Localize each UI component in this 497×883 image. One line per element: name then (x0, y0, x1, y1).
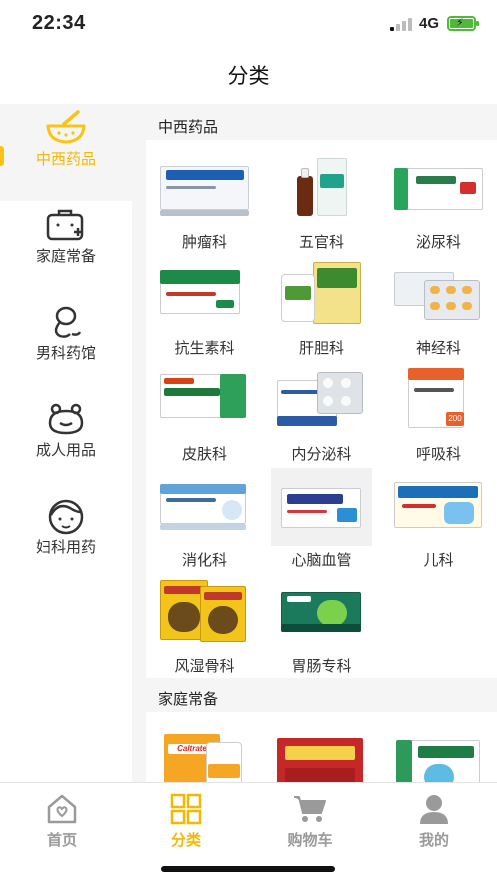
product-image (277, 474, 366, 540)
sidebar-item-mens-pharmacy[interactable]: 男科药馆 (0, 298, 132, 395)
product-image: Caltrate (160, 728, 249, 782)
subcategory-label: 肿瘤科 (181, 233, 227, 251)
product-image: 200 (394, 368, 483, 434)
battery-icon: ⚡ (447, 16, 479, 31)
product-image (394, 156, 483, 222)
sidebar-item-label: 男科药馆 (35, 344, 96, 362)
section-title: 中西药品 (158, 118, 219, 136)
subcategory-label: 五官科 (298, 233, 344, 251)
category-content: 中西药品 肿瘤科 五官科 泌尿科 抗生素科 肝胆科 神经科 皮肤科 内分泌科 2… (132, 104, 497, 782)
network-type: 4G (419, 15, 440, 32)
page-title: 分类 (227, 64, 270, 88)
subcategory-digestive[interactable]: 消化科 (146, 466, 263, 571)
tab-label: 我的 (418, 831, 449, 849)
subcategory-urology[interactable]: 泌尿科 (380, 148, 497, 253)
category-sidebar: 中西药品 家庭常备 男科药馆 成人用品 妇科用药 (0, 104, 132, 782)
sidebar-item-family-essentials[interactable]: 家庭常备 (0, 201, 132, 298)
sidebar-item-label: 家庭常备 (35, 247, 96, 265)
tab-home[interactable]: 首页 (0, 791, 124, 851)
product-dose-badge: 200 (446, 412, 464, 426)
product-image (160, 156, 249, 222)
home-icon (47, 794, 77, 824)
tab-profile[interactable]: 我的 (372, 791, 496, 851)
product-image (160, 580, 249, 646)
subcategory-neurology[interactable]: 神经科 (380, 254, 497, 359)
category-grid-icon (170, 793, 202, 825)
product-image (277, 262, 366, 328)
subcategory-label: 胃肠专科 (291, 657, 352, 675)
male-symbol-icon (54, 306, 82, 338)
subcategory-grid: Caltrate (146, 712, 497, 782)
tab-label: 购物车 (287, 831, 333, 849)
product-image (277, 580, 366, 646)
sidebar-item-label: 妇科用药 (35, 538, 96, 556)
subcategory-endocrinology[interactable]: 内分泌科 (263, 360, 380, 465)
product-image (160, 368, 249, 434)
subcategory-label: 呼吸科 (415, 445, 461, 463)
tab-label: 首页 (46, 831, 77, 849)
subcategory-grid: 肿瘤科 五官科 泌尿科 抗生素科 肝胆科 神经科 皮肤科 内分泌科 200 呼吸… (146, 140, 497, 678)
subcategory-respiratory[interactable]: 200 呼吸科 (380, 360, 497, 465)
product-tile[interactable] (263, 720, 380, 782)
status-time: 22:34 (32, 12, 86, 34)
sidebar-item-western-chinese-medicine[interactable]: 中西药品 (0, 104, 132, 201)
sidebar-item-label: 成人用品 (35, 441, 96, 459)
subcategory-label: 心脑血管 (291, 551, 352, 569)
subcategory-dermatology[interactable]: 皮肤科 (146, 360, 263, 465)
signal-icon (390, 17, 414, 31)
product-tile[interactable] (380, 720, 497, 782)
subcategory-label: 内分泌科 (291, 445, 352, 463)
medical-kit-icon (46, 209, 84, 241)
subcategory-label: 皮肤科 (181, 445, 227, 463)
tab-label: 分类 (170, 831, 201, 849)
product-image (277, 368, 366, 434)
sidebar-item-label: 中西药品 (35, 150, 96, 168)
tab-category[interactable]: 分类 (124, 791, 248, 851)
subcategory-label: 泌尿科 (415, 233, 461, 251)
subcategory-oncology[interactable]: 肿瘤科 (146, 148, 263, 253)
subcategory-rheumatology-orthopedics[interactable]: 风湿骨科 (146, 572, 263, 677)
product-image (160, 474, 249, 540)
product-image (277, 728, 366, 782)
product-tile[interactable]: Caltrate (146, 720, 263, 782)
product-image (160, 262, 249, 328)
subcategory-gastroenterology[interactable]: 胃肠专科 (263, 572, 380, 677)
tab-cart[interactable]: 购物车 (248, 791, 372, 851)
product-image (277, 156, 366, 222)
sidebar-item-adult-products[interactable]: 成人用品 (0, 395, 132, 492)
subcategory-label: 风湿骨科 (174, 657, 235, 675)
subcategory-antibiotics[interactable]: 抗生素科 (146, 254, 263, 359)
adult-products-icon (48, 403, 84, 435)
subcategory-label: 抗生素科 (174, 339, 235, 357)
subcategory-label: 消化科 (181, 551, 227, 569)
profile-icon (420, 795, 448, 824)
status-bar: 22:34 4G ⚡ (0, 0, 497, 50)
product-image (394, 262, 483, 328)
cart-icon (294, 796, 326, 822)
subcategory-label: 神经科 (415, 339, 461, 357)
product-image (394, 728, 483, 782)
sidebar-item-gynecology[interactable]: 妇科用药 (0, 492, 132, 589)
section-title: 家庭常备 (158, 690, 219, 708)
subcategory-pediatrics[interactable]: 儿科 (380, 466, 497, 571)
subcategory-label: 肝胆科 (298, 339, 344, 357)
subcategory-hepatobiliary[interactable]: 肝胆科 (263, 254, 380, 359)
mortar-pestle-icon (46, 110, 86, 144)
subcategory-ent[interactable]: 五官科 (263, 148, 380, 253)
product-image (394, 474, 483, 540)
subcategory-cardio-cerebrovascular[interactable]: 心脑血管 (263, 466, 380, 571)
woman-face-icon (48, 499, 84, 535)
subcategory-label: 儿科 (423, 551, 454, 569)
home-indicator[interactable] (161, 866, 335, 872)
